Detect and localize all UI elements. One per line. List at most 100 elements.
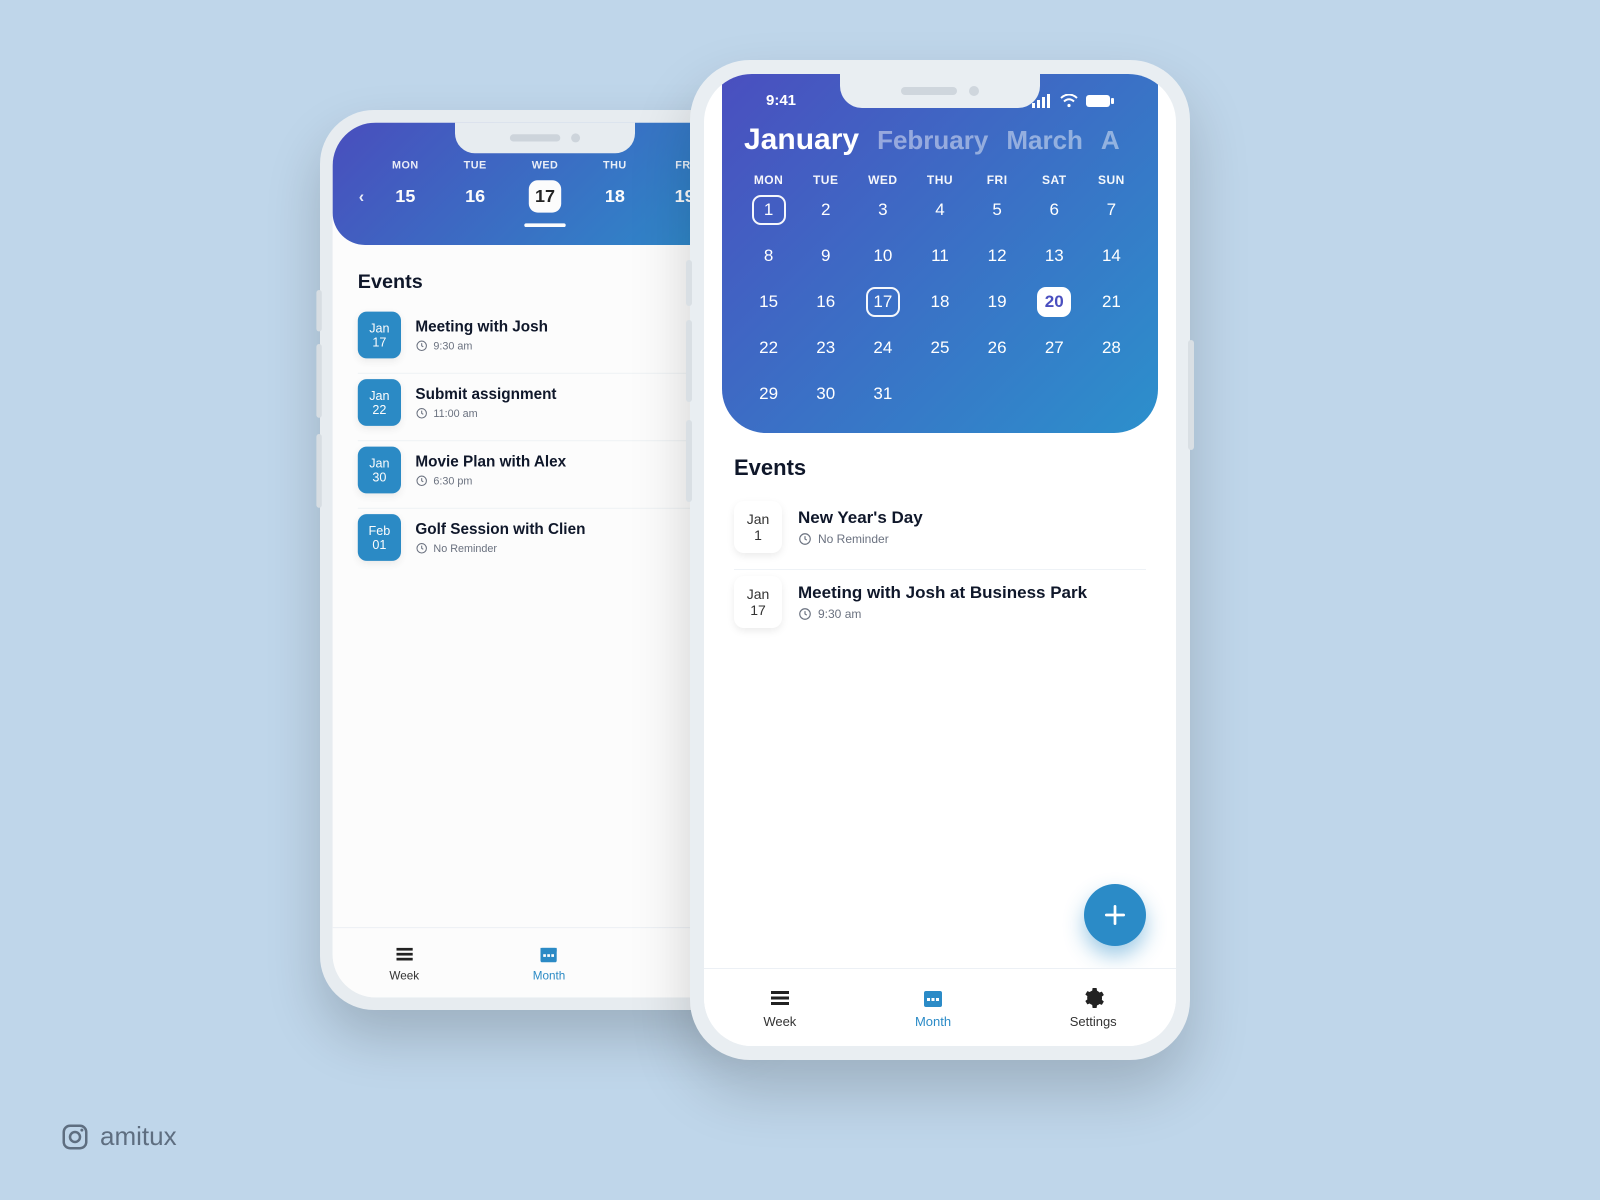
calendar-day[interactable]: 29 <box>740 379 797 409</box>
notch <box>455 123 635 154</box>
event-item[interactable]: Feb01 Golf Session with Clien No Reminder <box>358 509 732 576</box>
calendar-day[interactable]: 15 <box>740 287 797 317</box>
event-item[interactable]: Jan22 Submit assignment 11:00 am <box>358 374 732 441</box>
calendar-day[interactable]: 4 <box>911 195 968 225</box>
status-time: 9:41 <box>766 92 796 109</box>
tab-month[interactable]: Month <box>915 986 951 1029</box>
battery-icon <box>1086 94 1114 108</box>
calendar-day[interactable]: 19 <box>969 287 1026 317</box>
event-title: Movie Plan with Alex <box>415 453 566 471</box>
clock-icon <box>415 340 428 353</box>
calendar-day[interactable]: 21 <box>1083 287 1140 317</box>
calendar-icon <box>921 986 945 1010</box>
week-indicator <box>524 223 565 227</box>
volume-button <box>316 290 321 331</box>
volume-button <box>686 260 692 306</box>
event-time: 11:00 am <box>415 407 556 420</box>
month-selector[interactable]: January February March A <box>740 111 1140 173</box>
tab-week[interactable]: Week <box>389 943 419 982</box>
tab-bar: Week Month Settings <box>704 968 1176 1046</box>
week-day[interactable]: 18 <box>580 186 650 207</box>
phone-month-view: 9:41 January February March A MONTUEWEDT… <box>690 60 1190 1060</box>
tab-month[interactable]: Month <box>533 943 566 982</box>
week-day[interactable]: 15 <box>370 186 440 207</box>
calendar-day[interactable]: 28 <box>1083 333 1140 363</box>
instagram-icon <box>60 1122 90 1152</box>
calendar-day[interactable]: 9 <box>797 241 854 271</box>
calendar-day[interactable]: 10 <box>854 241 911 271</box>
week-day-numbers: ‹ 15 16 17 18 19 › <box>352 180 737 212</box>
event-title: Submit assignment <box>415 385 556 403</box>
power-button <box>1188 340 1194 450</box>
calendar-day[interactable]: 30 <box>797 379 854 409</box>
event-title: New Year's Day <box>798 508 923 528</box>
calendar-day[interactable]: 25 <box>911 333 968 363</box>
event-date-chip: Jan30 <box>358 447 401 494</box>
month-panel: 9:41 January February March A MONTUEWEDT… <box>722 74 1158 433</box>
volume-button <box>316 344 321 418</box>
calendar-day[interactable]: 17 <box>866 287 900 317</box>
gear-icon <box>1081 986 1105 1010</box>
event-time: No Reminder <box>415 542 585 555</box>
calendar-day[interactable]: 14 <box>1083 241 1140 271</box>
week-day-header: MONTUEWEDTHUFRI <box>352 159 737 172</box>
calendar-day[interactable]: 31 <box>854 379 911 409</box>
calendar-day[interactable]: 1 <box>752 195 786 225</box>
calendar-day[interactable]: 5 <box>969 195 1026 225</box>
calendar-day[interactable]: 6 <box>1026 195 1083 225</box>
tab-settings[interactable]: Settings <box>1070 986 1117 1029</box>
wifi-icon <box>1060 94 1078 108</box>
events-heading: Events <box>358 270 732 293</box>
week-day[interactable]: 16 <box>440 186 510 207</box>
event-time: 9:30 am <box>798 607 1087 621</box>
clock-icon <box>798 607 812 621</box>
calendar-day[interactable]: 27 <box>1026 333 1083 363</box>
clock-icon <box>798 532 812 546</box>
clock-icon <box>415 475 428 488</box>
event-time: 6:30 pm <box>415 475 566 488</box>
event-time: No Reminder <box>798 532 923 546</box>
calendar-day[interactable]: 8 <box>740 241 797 271</box>
calendar-day[interactable]: 24 <box>854 333 911 363</box>
calendar-day[interactable]: 26 <box>969 333 1026 363</box>
event-date-chip: Feb01 <box>358 514 401 561</box>
tab-week[interactable]: Week <box>763 986 796 1029</box>
clock-icon <box>415 407 428 420</box>
event-item[interactable]: Jan17Meeting with Josh9:30 am <box>358 306 732 373</box>
events-heading: Events <box>734 455 1146 481</box>
event-date-chip: Jan17 <box>734 576 782 628</box>
credit: amitux <box>60 1121 177 1152</box>
calendar-day[interactable]: 7 <box>1083 195 1140 225</box>
calendar-day[interactable]: 2 <box>797 195 854 225</box>
calendar-day[interactable]: 13 <box>1026 241 1083 271</box>
event-date-chip: Jan17 <box>358 312 401 359</box>
add-event-button[interactable] <box>1084 884 1146 946</box>
calendar-day[interactable]: 3 <box>854 195 911 225</box>
event-item[interactable]: Jan1 New Year's Day No Reminder <box>734 495 1146 569</box>
event-date-chip: Jan22 <box>358 379 401 426</box>
event-title: Golf Session with Clien <box>415 520 585 538</box>
event-date-chip: Jan1 <box>734 501 782 553</box>
calendar-day[interactable]: 22 <box>740 333 797 363</box>
calendar-day[interactable]: 18 <box>911 287 968 317</box>
calendar-icon <box>538 943 560 965</box>
notch <box>840 74 1040 108</box>
week-day-selected[interactable]: 17 <box>529 180 561 212</box>
event-item[interactable]: Jan17 Meeting with Josh at Business Park 9… <box>734 570 1146 644</box>
event-title: Meeting with Josh at Business Park <box>798 583 1087 603</box>
volume-button <box>316 434 321 508</box>
list-icon <box>393 943 415 965</box>
month-dow-header: MONTUEWEDTHUFRISATSUN <box>740 173 1140 187</box>
clock-icon <box>415 542 428 555</box>
volume-button <box>686 420 692 502</box>
calendar-day[interactable]: 12 <box>969 241 1026 271</box>
calendar-day[interactable]: 23 <box>797 333 854 363</box>
calendar-day[interactable]: 20 <box>1037 287 1071 317</box>
event-title: Meeting with Josh <box>415 318 548 336</box>
calendar-day[interactable]: 16 <box>797 287 854 317</box>
event-item[interactable]: Jan30 Movie Plan with Alex 6:30 pm <box>358 441 732 508</box>
volume-button <box>686 320 692 402</box>
chevron-left-icon[interactable]: ‹ <box>352 187 370 206</box>
month-day-grid: 1234567891011121314151617181920212223242… <box>740 195 1140 409</box>
calendar-day[interactable]: 11 <box>911 241 968 271</box>
